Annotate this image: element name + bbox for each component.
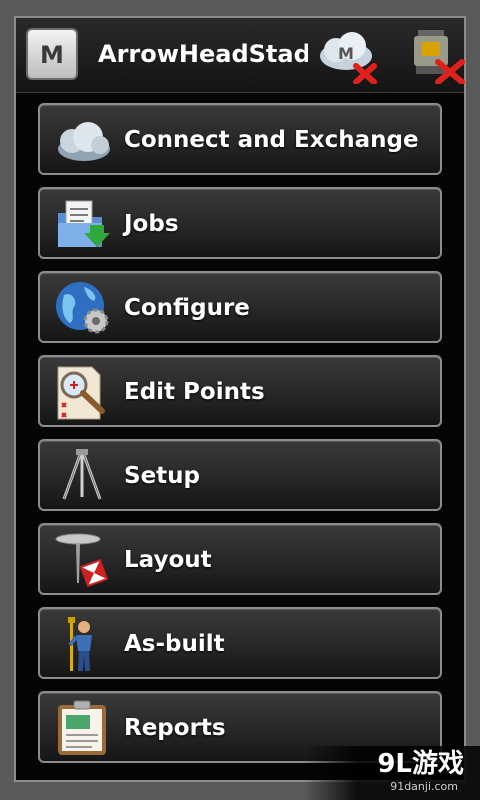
cloud-disconnected-icon[interactable]: M: [316, 26, 378, 84]
configure-button[interactable]: Configure: [38, 271, 442, 343]
as-built-button[interactable]: As-built: [38, 607, 442, 679]
menu-label: Configure: [124, 295, 250, 321]
connect-and-exchange-button[interactable]: Connect and Exchange: [38, 103, 442, 175]
svg-text:M: M: [338, 44, 354, 63]
clipboard-icon: [58, 700, 106, 755]
jobs-button[interactable]: Jobs: [38, 187, 442, 259]
surveyor-icon: [68, 617, 92, 671]
watermark-url: 91danji.com: [390, 780, 458, 793]
tripod-icon: [62, 449, 102, 500]
jobs-folder-icon: [58, 200, 110, 247]
menu-label: Edit Points: [124, 379, 265, 405]
stake-icon: [55, 533, 109, 588]
menu-label: Jobs: [124, 211, 179, 237]
app-logo-button[interactable]: M: [26, 28, 78, 80]
watermark-logo: 9L游戏: [377, 749, 464, 779]
watermark: 9L游戏 91danji.com: [304, 746, 480, 800]
menu-label: Layout: [124, 547, 212, 573]
layout-button[interactable]: Layout: [38, 523, 442, 595]
menu-label: Connect and Exchange: [124, 127, 419, 153]
setup-button[interactable]: Setup: [38, 439, 442, 511]
instrument-disconnected-icon[interactable]: [404, 26, 466, 84]
job-title: ArrowHeadStad: [98, 40, 308, 68]
header-bar: M ArrowHeadStad M: [16, 18, 466, 93]
app-window: M ArrowHeadStad M Connect and Exchange J…: [14, 16, 466, 782]
menu-label: Reports: [124, 715, 226, 741]
svg-text:M: M: [40, 41, 64, 69]
magnifier-points-icon: [57, 366, 105, 420]
cloud-icon: [58, 122, 110, 161]
edit-points-button[interactable]: Edit Points: [38, 355, 442, 427]
globe-gear-icon: [56, 282, 109, 334]
menu-label: Setup: [124, 463, 200, 489]
menu-label: As-built: [124, 631, 225, 657]
m-logo-icon: M: [40, 41, 64, 69]
